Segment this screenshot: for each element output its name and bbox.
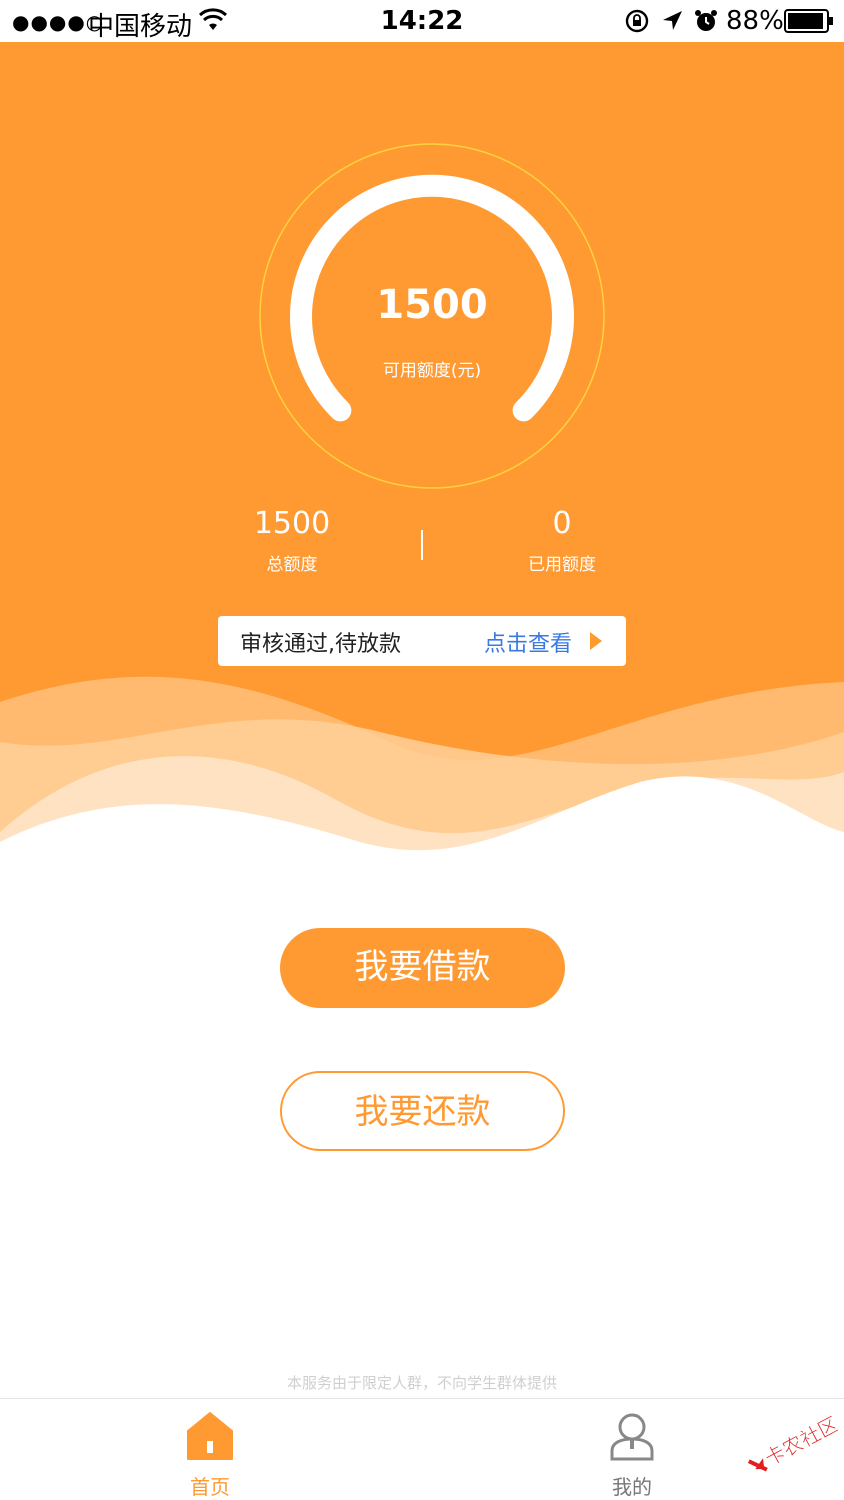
total-label: 总额度 xyxy=(266,555,318,575)
available-amount: 1500 xyxy=(376,282,488,328)
arrow-right-icon[interactable] xyxy=(590,632,602,650)
watermark-logo: 卡农社区 xyxy=(747,1411,838,1472)
alarm-icon xyxy=(695,10,717,31)
tab-home-label: 首页 xyxy=(190,1475,230,1499)
home-icon[interactable] xyxy=(186,1411,234,1461)
status-bar: ●●●●○ 中国移动 14:22 88% xyxy=(0,0,844,42)
total-amount: 1500 xyxy=(253,506,331,541)
repay-button[interactable]: 我要还款 xyxy=(280,1071,565,1151)
used-amount: 0 xyxy=(552,506,572,541)
watermark-text: 卡农社区 xyxy=(761,1412,838,1471)
notice-status-text: 审核通过,待放款 xyxy=(240,632,401,657)
tab-home[interactable]: 首页 xyxy=(150,1411,270,1500)
tab-bar: 首页 我的 xyxy=(0,1398,844,1500)
credit-hero: 1500 可用额度(元) 1500 总额度 0 已用额度 审核通过,待放款 点击… xyxy=(0,42,844,872)
status-notice[interactable]: 审核通过,待放款 点击查看 xyxy=(218,616,626,666)
view-details-link[interactable]: 点击查看 xyxy=(484,626,572,658)
battery-percent: 88% xyxy=(726,6,784,36)
user-icon[interactable] xyxy=(608,1411,656,1461)
rotation-lock-icon xyxy=(625,9,649,33)
service-disclaimer: 本服务由于限定人群，不向学生群体提供 xyxy=(286,1374,557,1392)
tab-mine[interactable]: 我的 xyxy=(572,1411,692,1500)
total-credit: 1500 总额度 xyxy=(192,506,392,575)
borrow-button[interactable]: 我要借款 xyxy=(280,928,565,1008)
used-credit: 0 已用额度 xyxy=(462,506,662,575)
tab-mine-label: 我的 xyxy=(612,1475,652,1499)
used-label: 已用额度 xyxy=(528,555,596,575)
location-icon xyxy=(663,11,682,30)
battery-icon xyxy=(784,9,833,33)
available-label: 可用额度(元) xyxy=(382,361,482,381)
stat-divider xyxy=(421,530,423,560)
